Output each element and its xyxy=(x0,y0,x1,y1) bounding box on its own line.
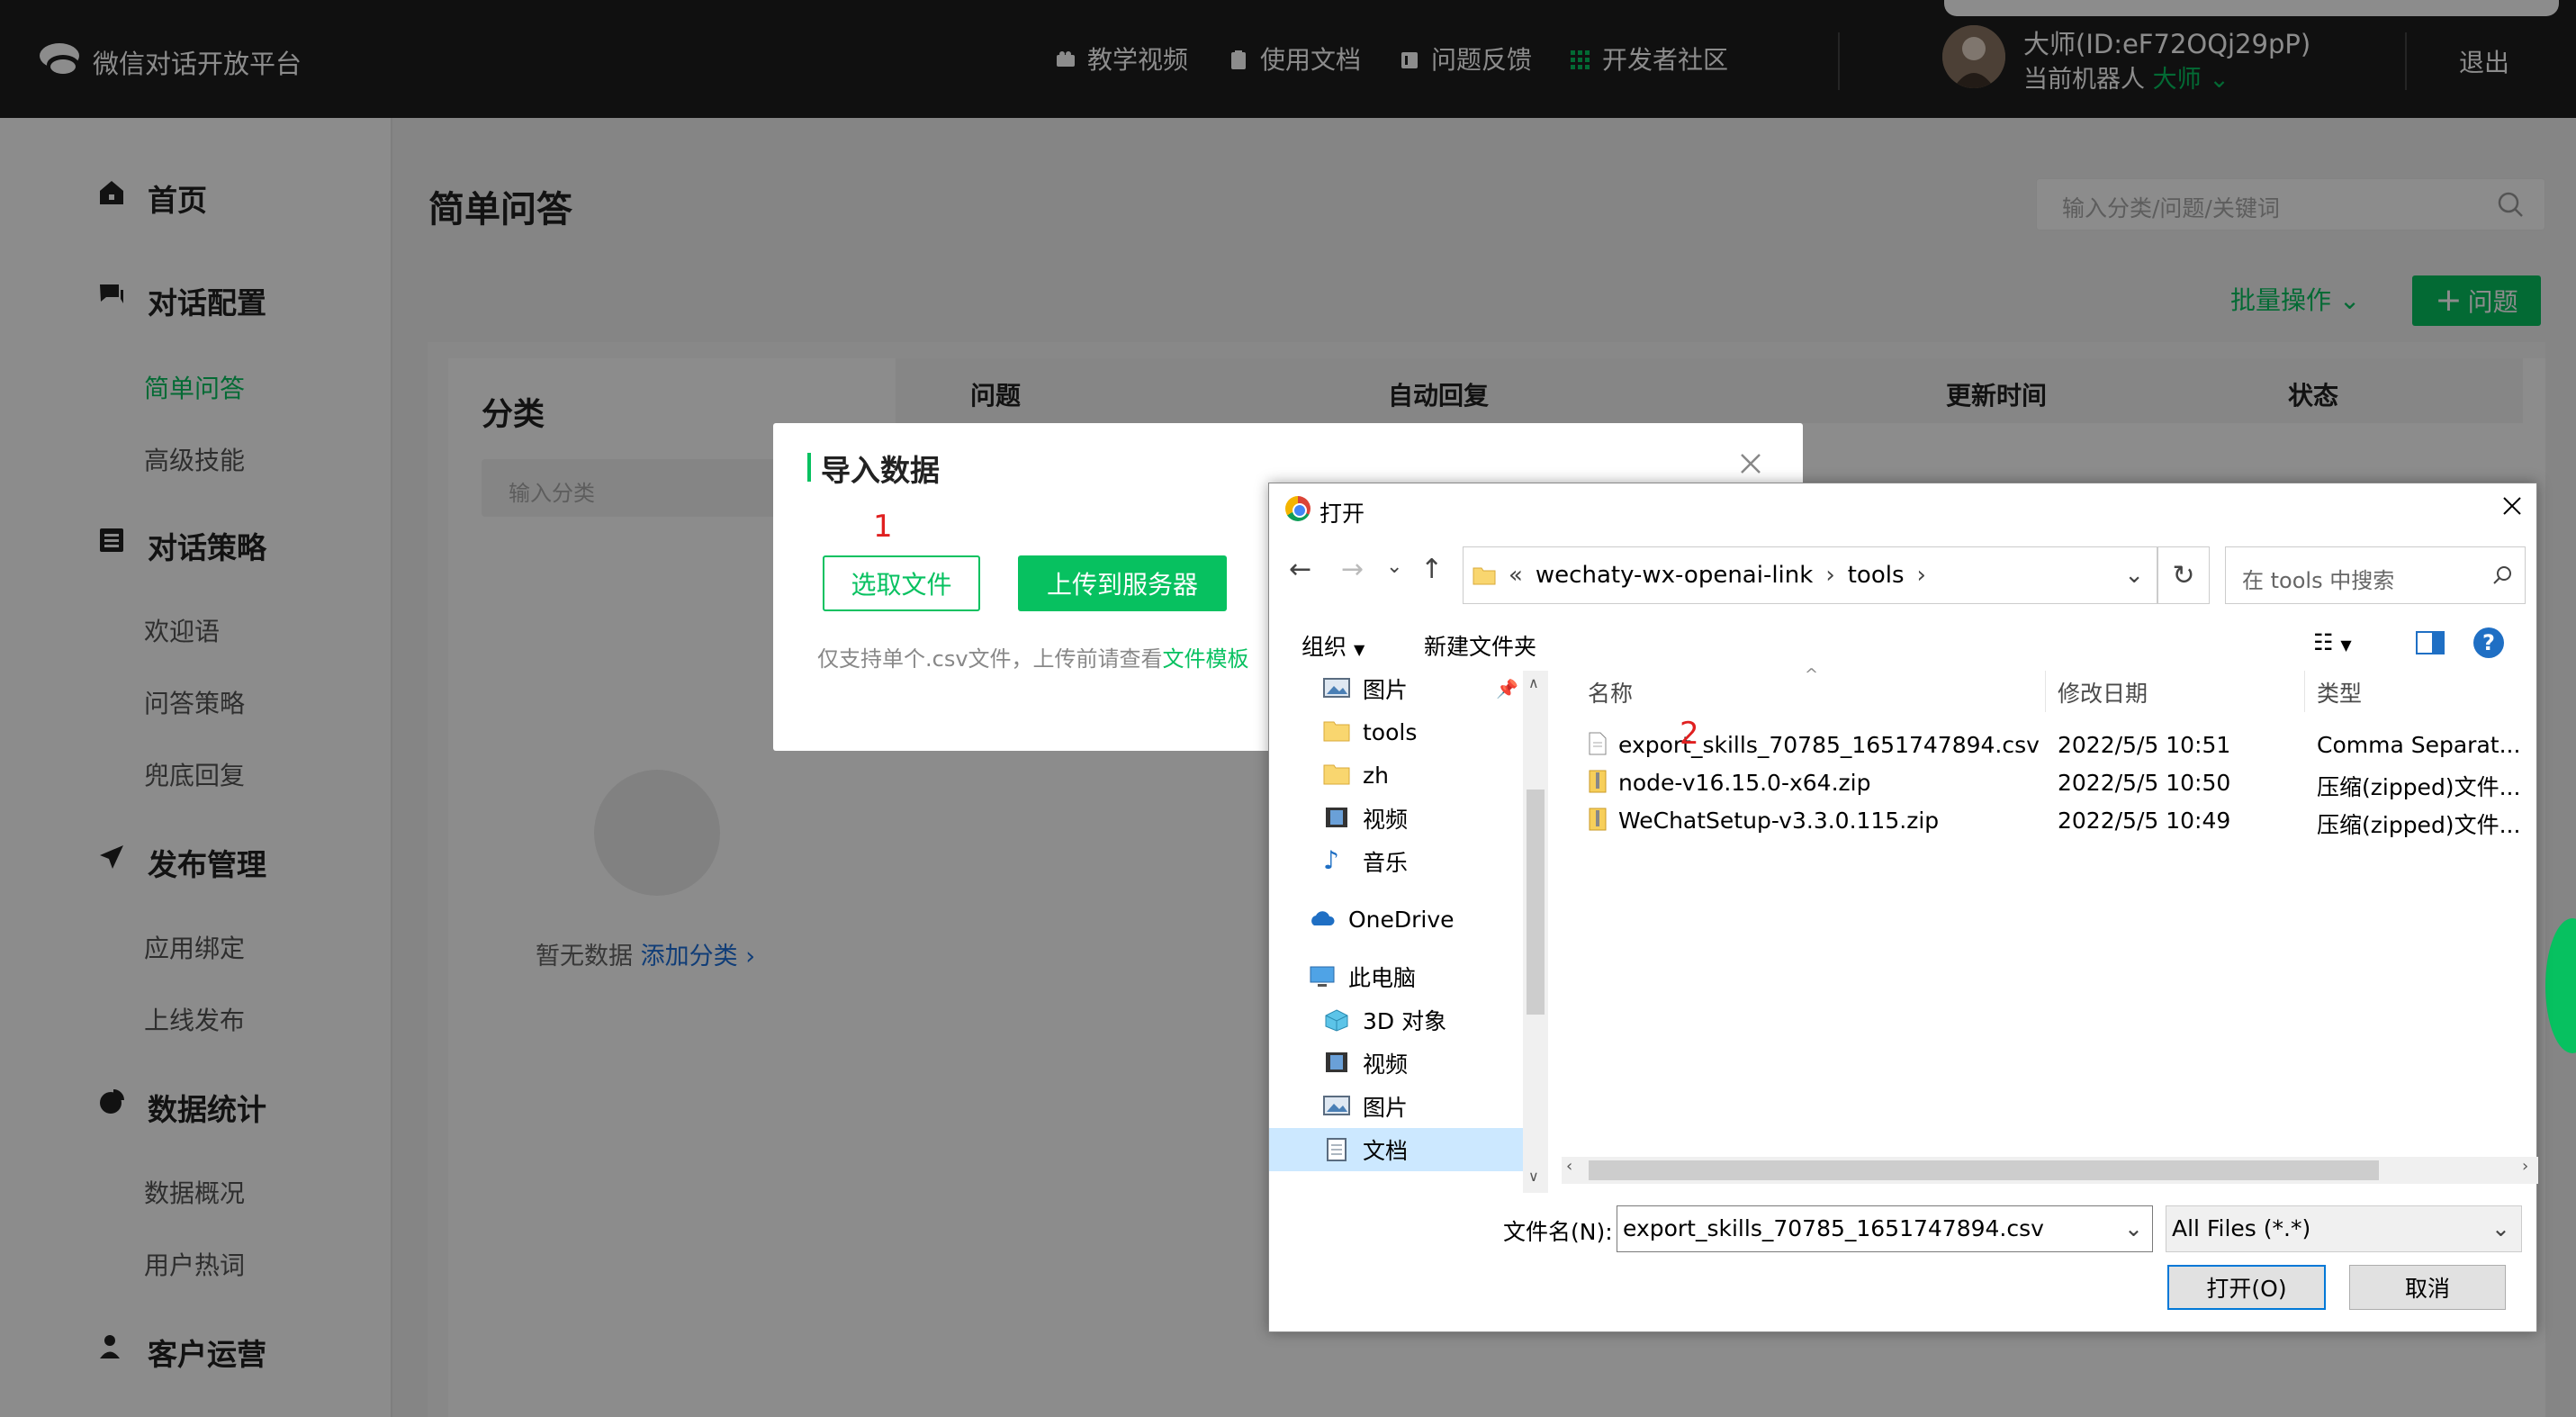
path-separator-icon: › xyxy=(1916,562,1926,589)
organize-label: 组织 xyxy=(1302,634,1347,660)
tree-label: 此电脑 xyxy=(1348,965,1417,991)
folder-icon xyxy=(1473,567,1496,585)
file-name: WeChatSetup-v3.3.0.115.zip xyxy=(1618,808,1940,834)
caret-down-icon: ▼ xyxy=(1353,641,1365,658)
tree-item-documents[interactable]: 文档 xyxy=(1269,1128,1523,1171)
filetype-select[interactable]: All Files (*.*) ⌄ xyxy=(2166,1205,2522,1252)
import-note-text: 仅支持单个.csv文件，上传前请查看 xyxy=(817,646,1163,672)
help-icon[interactable]: ? xyxy=(2473,627,2504,658)
folder-search-placeholder: 在 tools 中搜索 xyxy=(2242,568,2395,593)
file-type: 压缩(zipped)文件... xyxy=(2317,812,2521,838)
column-type[interactable]: 类型 xyxy=(2317,676,2362,708)
column-divider[interactable] xyxy=(2304,671,2305,712)
path-segment[interactable]: tools xyxy=(1848,562,1905,589)
cancel-button[interactable]: 取消 xyxy=(2349,1265,2506,1310)
filename-input[interactable]: export_skills_70785_1651747894.csv ⌄ xyxy=(1617,1205,2153,1252)
file-template-link[interactable]: 文件模板 xyxy=(1163,646,1249,672)
zip-file-icon xyxy=(1588,808,1608,836)
chevron-down-icon[interactable]: ⌄ xyxy=(2124,1215,2143,1241)
search-icon xyxy=(2493,566,2511,584)
tree-label: 文档 xyxy=(1363,1138,1409,1164)
file-date: 2022/5/5 10:49 xyxy=(2058,808,2231,834)
scroll-down-icon[interactable]: ∨ xyxy=(1528,1168,1539,1185)
folder-icon xyxy=(1323,720,1350,744)
pin-icon[interactable]: 📌 xyxy=(1496,678,1518,699)
preview-pane-icon[interactable] xyxy=(2416,631,2445,654)
document-folder-icon xyxy=(1323,1138,1350,1161)
forward-arrow-icon[interactable]: → xyxy=(1341,554,1364,585)
csv-file-icon xyxy=(1588,732,1608,761)
sort-caret-icon: ^ xyxy=(1805,665,1819,684)
file-type: 压缩(zipped)文件... xyxy=(2317,774,2521,800)
import-note: 仅支持单个.csv文件，上传前请查看文件模板 xyxy=(817,641,1249,672)
tree-label: tools xyxy=(1363,718,1418,745)
filename-label: 文件名(N): xyxy=(1503,1219,1613,1245)
file-row[interactable]: node-v16.15.0-x64.zip 2022/5/5 10:50 压缩(… xyxy=(1575,764,2520,802)
tree-scrollbar-thumb[interactable] xyxy=(1527,790,1545,1015)
column-date-modified[interactable]: 修改日期 xyxy=(2058,676,2148,708)
annotation-marker-1: 1 xyxy=(873,509,893,545)
chevron-down-icon[interactable]: ⌄ xyxy=(2124,562,2144,589)
path-segment[interactable]: wechaty-wx-openai-link xyxy=(1536,562,1813,589)
scroll-left-icon[interactable]: ‹ xyxy=(1566,1157,1572,1176)
tree-label: zh xyxy=(1363,762,1389,789)
video-folder-icon xyxy=(1323,1051,1350,1075)
chrome-icon xyxy=(1285,496,1311,521)
file-date: 2022/5/5 10:51 xyxy=(2058,732,2231,758)
filetype-value: All Files (*.*) xyxy=(2172,1215,2311,1241)
close-icon[interactable] xyxy=(1739,452,1762,475)
scroll-right-icon[interactable]: › xyxy=(2522,1157,2528,1176)
back-arrow-icon[interactable]: ← xyxy=(1289,554,1311,585)
tree-label: 3D 对象 xyxy=(1363,1008,1447,1034)
file-row[interactable]: export_skills_70785_1651747894.csv 2022/… xyxy=(1575,727,2520,764)
refresh-icon: ↻ xyxy=(2172,559,2195,591)
annotation-marker-2: 2 xyxy=(1680,716,1699,752)
title-accent-bar xyxy=(807,453,811,482)
refresh-button[interactable]: ↻ xyxy=(2157,546,2210,604)
filename-value: export_skills_70785_1651747894.csv xyxy=(1623,1215,2044,1241)
file-name: node-v16.15.0-x64.zip xyxy=(1618,770,1871,796)
zip-file-icon xyxy=(1588,770,1608,799)
view-options-icon[interactable]: ☷ ▼ xyxy=(2313,629,2352,655)
folder-icon xyxy=(1323,763,1350,787)
path-overflow: « xyxy=(1509,562,1523,589)
picture-folder-icon xyxy=(1323,677,1350,700)
upload-to-server-button[interactable]: 上传到服务器 xyxy=(1018,555,1227,611)
column-divider[interactable] xyxy=(2045,671,2046,712)
tree-label: OneDrive xyxy=(1348,906,1455,933)
scroll-up-icon[interactable]: ∧ xyxy=(1528,674,1539,691)
file-date: 2022/5/5 10:50 xyxy=(2058,770,2231,796)
choose-file-button[interactable]: 选取文件 xyxy=(823,555,980,611)
tree-label: 视频 xyxy=(1363,807,1409,833)
tree-label: 图片 xyxy=(1363,1095,1409,1121)
music-icon: ♪ xyxy=(1323,845,1339,875)
horizontal-scrollbar-thumb[interactable] xyxy=(1589,1160,2379,1180)
cloud-icon xyxy=(1309,907,1336,931)
file-open-dialog: 打开 ← → ⌄ ↑ « wechaty-wx-openai-link › to… xyxy=(1268,483,2538,1332)
import-dialog-title: 导入数据 xyxy=(821,453,940,488)
video-folder-icon xyxy=(1323,807,1350,830)
column-name[interactable]: 名称 xyxy=(1588,676,1633,708)
tree-label: 图片 xyxy=(1363,677,1409,703)
navigation-tree: 图片 📌 tools zh 视频 ♪ 音乐 OneDrive 此电脑 3D 对象… xyxy=(1269,671,1548,1193)
tree-label: 视频 xyxy=(1363,1051,1409,1078)
file-type: Comma Separat... xyxy=(2317,732,2521,758)
path-separator-icon: › xyxy=(1825,562,1835,589)
recent-locations-chevron-icon[interactable]: ⌄ xyxy=(1386,555,1402,578)
cube-icon xyxy=(1323,1008,1350,1032)
file-row[interactable]: WeChatSetup-v3.3.0.115.zip 2022/5/5 10:4… xyxy=(1575,802,2520,840)
file-dialog-title: 打开 xyxy=(1320,501,1365,527)
organize-menu[interactable]: 组织 ▼ xyxy=(1302,629,1365,662)
new-folder-button[interactable]: 新建文件夹 xyxy=(1424,629,1536,662)
tree-label: 音乐 xyxy=(1363,850,1409,876)
up-arrow-icon[interactable]: ↑ xyxy=(1420,554,1443,585)
open-button[interactable]: 打开(O) xyxy=(2167,1265,2326,1310)
close-icon[interactable] xyxy=(2499,492,2526,519)
computer-icon xyxy=(1309,965,1336,988)
chevron-down-icon: ⌄ xyxy=(2491,1215,2510,1241)
folder-search-input[interactable]: 在 tools 中搜索 xyxy=(2225,546,2526,604)
picture-folder-icon xyxy=(1323,1095,1350,1118)
address-bar[interactable]: « wechaty-wx-openai-link › tools › ⌄ xyxy=(1463,546,2157,604)
